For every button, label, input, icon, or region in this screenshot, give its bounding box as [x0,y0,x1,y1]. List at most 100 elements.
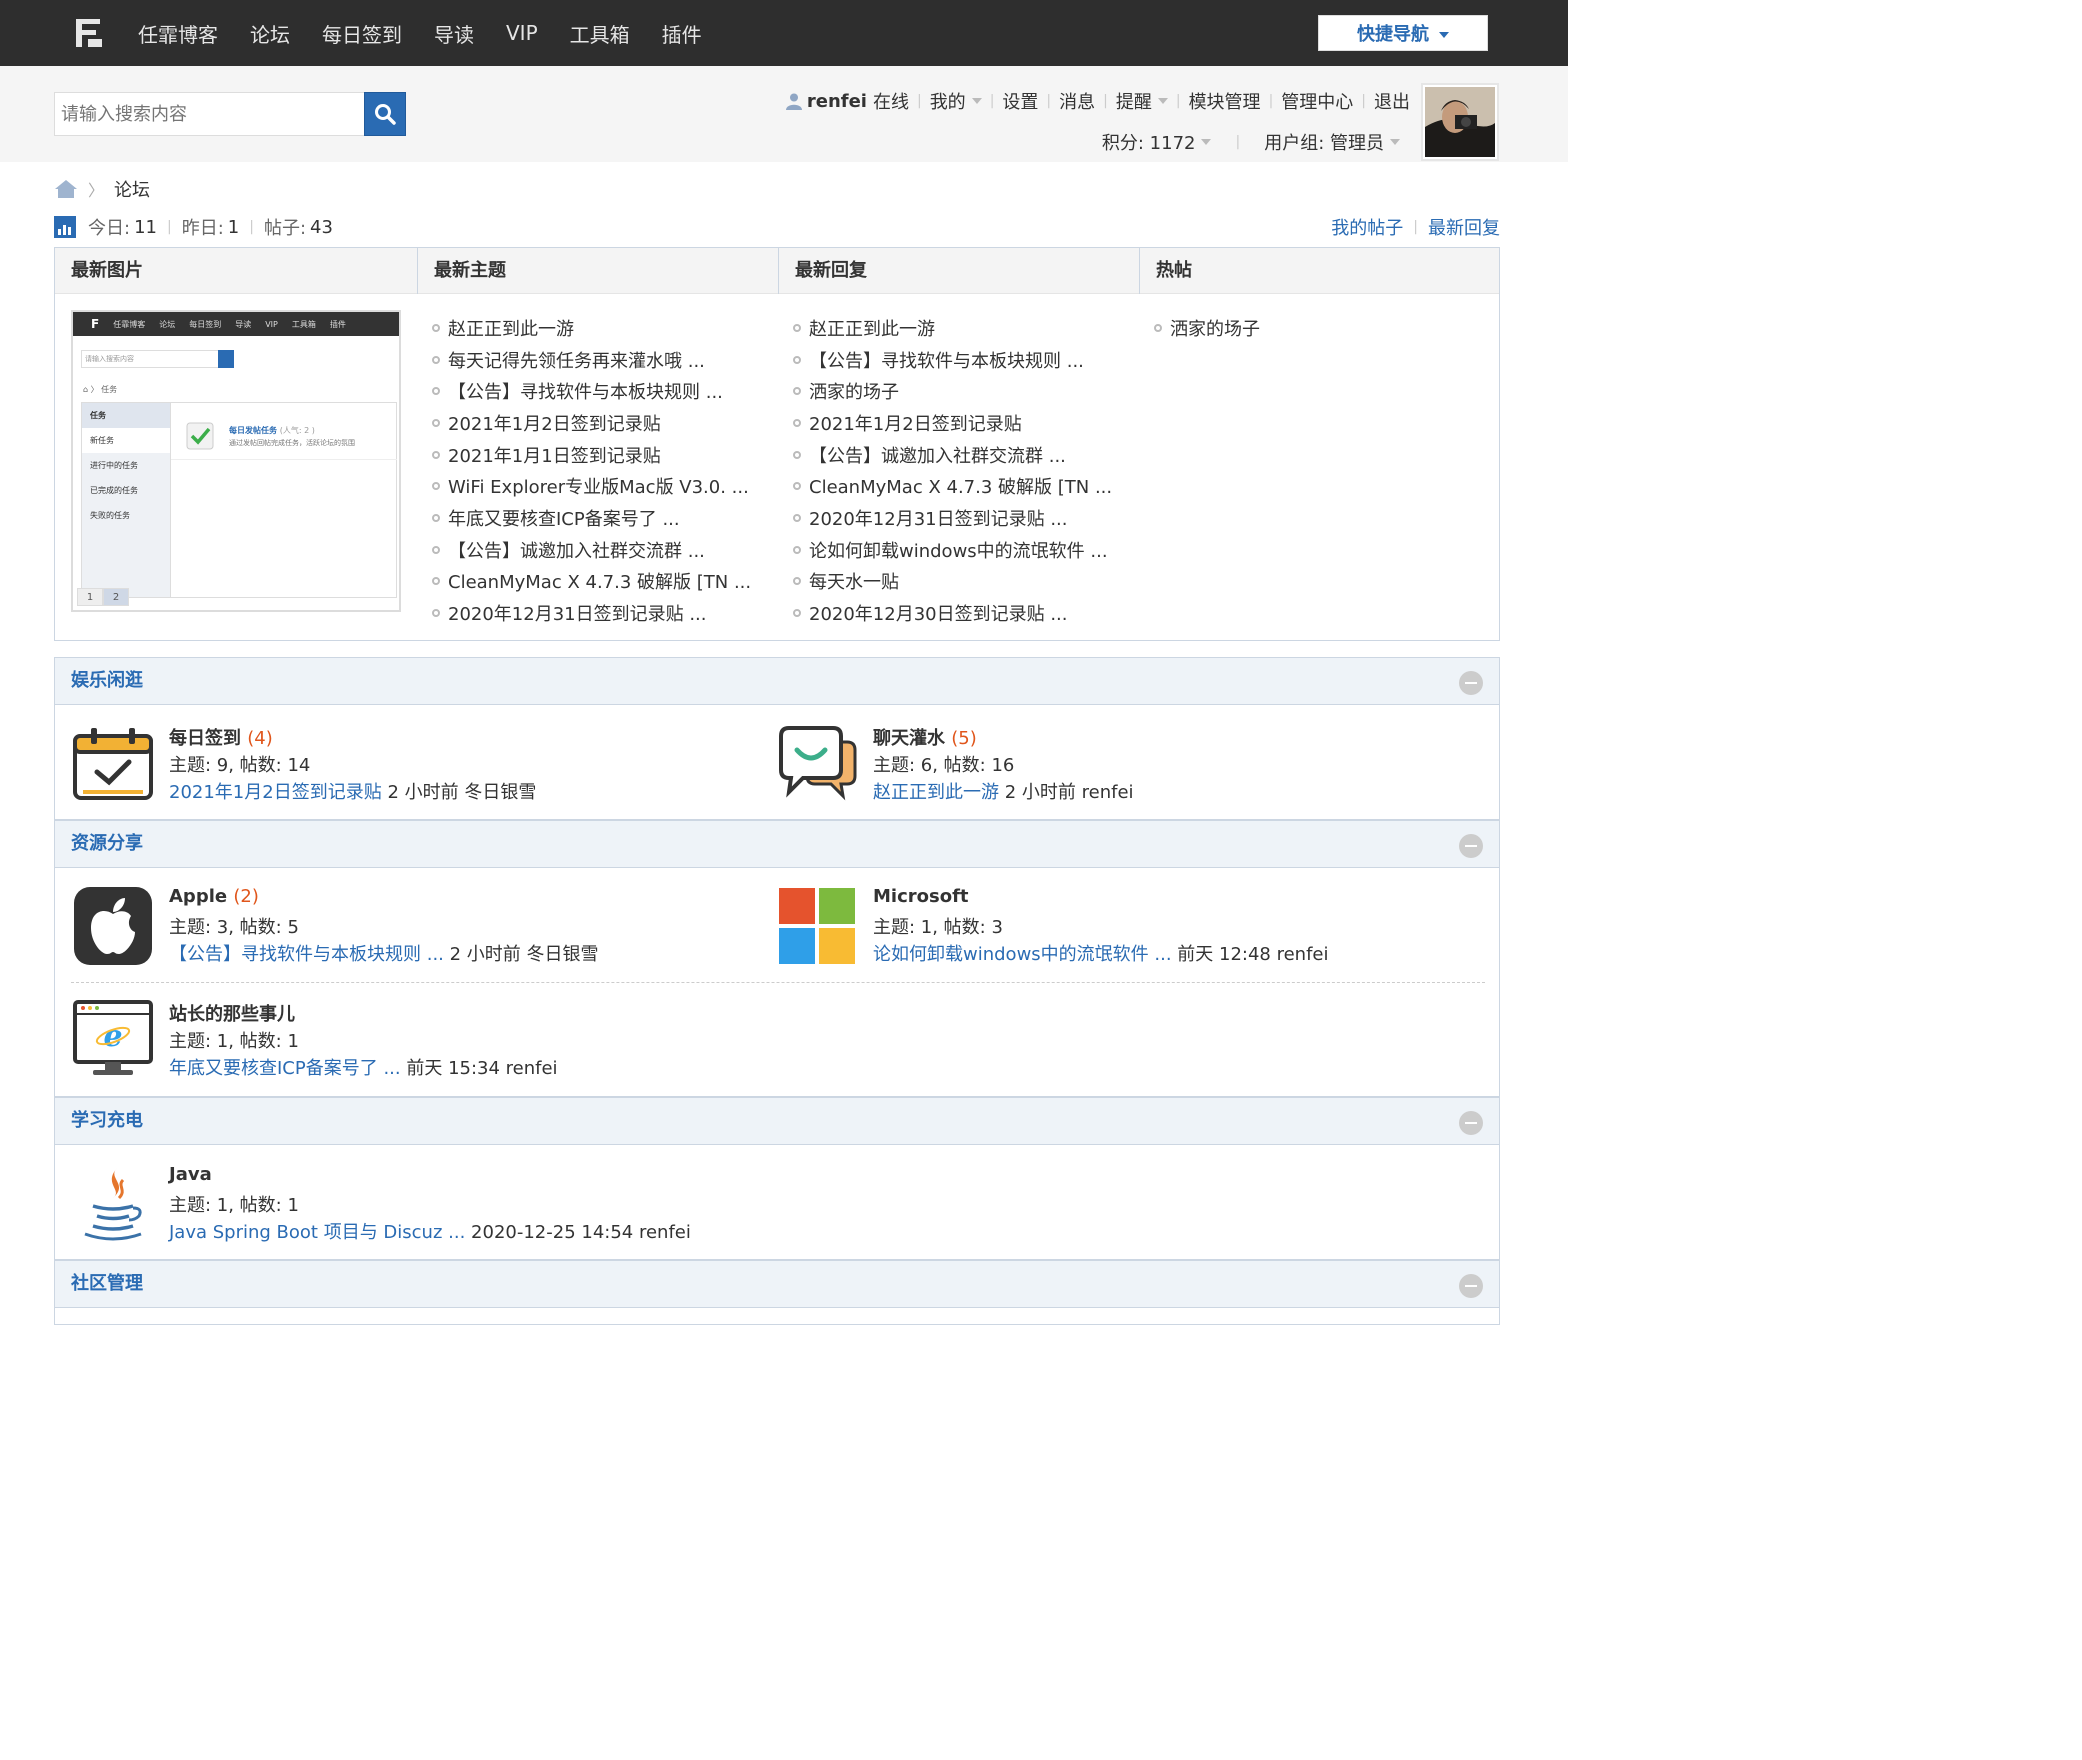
collapse-icon[interactable] [1459,1274,1483,1298]
forum-last-post-link[interactable]: 【公告】寻找软件与本板块规则 ... [169,944,444,965]
section-title[interactable]: 资源分享 [71,821,143,867]
post-link[interactable]: 赵正正到此一游 [809,315,935,341]
list-item[interactable]: 2021年1月2日签到记录贴 [793,407,1139,439]
post-link[interactable]: WiFi Explorer专业版Mac版 V3.0. ... [448,473,749,499]
forum-name[interactable]: Java [169,1164,212,1185]
latest-image-thumbnail[interactable]: F 任霏博客 论坛 每日签到 导读 VIP 工具箱 插件 请输入搜索内容 ⌂ 〉… [71,310,401,612]
forum-last-post-link[interactable]: Java Spring Boot 项目与 Discuz ... [169,1222,465,1243]
search-button[interactable] [364,92,406,136]
forum-item-webmaster[interactable]: e 站长的那些事儿 主题: 1, 帖数: 1 年底又要核查ICP备案号了 ...… [73,1000,723,1080]
usergroup-link[interactable]: 用户组: 管理员 [1264,129,1384,155]
list-item[interactable]: 【公告】寻找软件与本板块规则 ... [793,344,1139,376]
admin-center-link[interactable]: 管理中心 [1281,88,1353,114]
nav-item-toolbox[interactable]: 工具箱 [570,19,630,48]
post-link[interactable]: 2021年1月1日签到记录贴 [448,442,661,468]
list-item[interactable]: 赵正正到此一游 [793,312,1139,344]
home-icon[interactable] [54,179,78,199]
list-item[interactable]: 论如何卸载windows中的流氓软件 ... [793,534,1139,566]
chevron-down-icon[interactable] [1157,98,1168,104]
list-item[interactable]: 每天水一贴 [793,566,1139,598]
avatar[interactable] [1421,83,1499,161]
post-link[interactable]: 【公告】寻找软件与本板块规则 ... [809,347,1084,373]
list-item[interactable]: 【公告】寻找软件与本板块规则 ... [432,375,778,407]
collapse-icon[interactable] [1459,834,1483,858]
post-link[interactable]: 论如何卸载windows中的流氓软件 ... [809,537,1108,563]
section-header-resources[interactable]: 资源分享 [54,820,1500,868]
forum-name[interactable]: 站长的那些事儿 [169,1004,295,1025]
site-logo-icon[interactable] [74,17,104,49]
forum-last-post-link[interactable]: 赵正正到此一游 [873,782,999,803]
post-link[interactable]: 2020年12月31日签到记录贴 ... [809,505,1068,531]
post-link[interactable]: 【公告】诚邀加入社群交流群 ... [448,537,705,563]
forum-name[interactable]: 每日签到 [169,728,241,749]
my-menu-link[interactable]: 我的 [930,88,966,114]
forum-item-checkin[interactable]: 每日签到 (4) 主题: 9, 帖数: 14 2021年1月2日签到记录贴 2 … [73,724,723,804]
score-link[interactable]: 积分: 1172 [1102,129,1196,155]
list-item[interactable]: 【公告】诚邀加入社群交流群 ... [432,534,778,566]
forum-item-chat[interactable]: 聊天灌水 (5) 主题: 6, 帖数: 16 赵正正到此一游 2 小时前 ren… [777,724,1427,804]
list-item[interactable]: 洒家的场子 [1154,312,1499,344]
post-link[interactable]: 每天记得先领任务再来灌水哦 ... [448,347,705,373]
section-header-community[interactable]: 社区管理 [54,1260,1500,1308]
post-link[interactable]: 2020年12月30日签到记录贴 ... [809,600,1068,626]
forum-item-java[interactable]: Java 主题: 1, 帖数: 1 Java Spring Boot 项目与 D… [73,1164,723,1244]
post-link[interactable]: 【公告】寻找软件与本板块规则 ... [448,378,723,404]
forum-item-apple[interactable]: Apple (2) 主题: 3, 帖数: 5 【公告】寻找软件与本板块规则 ..… [73,886,723,966]
my-posts-link[interactable]: 我的帖子 [1331,214,1403,240]
list-item[interactable]: CleanMyMac X 4.7.3 破解版 [TN ... [432,566,778,598]
post-link[interactable]: 洒家的场子 [809,378,899,404]
list-item[interactable]: 【公告】诚邀加入社群交流群 ... [793,439,1139,471]
module-manage-link[interactable]: 模块管理 [1189,88,1261,114]
list-item[interactable]: 2020年12月31日签到记录贴 ... [793,502,1139,534]
collapse-icon[interactable] [1459,671,1483,695]
nav-item-guide[interactable]: 导读 [434,19,474,48]
post-link[interactable]: 【公告】诚邀加入社群交流群 ... [809,442,1066,468]
list-item[interactable]: 2021年1月2日签到记录贴 [432,407,778,439]
list-item[interactable]: WiFi Explorer专业版Mac版 V3.0. ... [432,470,778,502]
forum-name[interactable]: 聊天灌水 [873,728,945,749]
forum-last-post-link[interactable]: 年底又要核查ICP备案号了 ... [169,1058,401,1079]
section-title[interactable]: 社区管理 [71,1261,143,1307]
quick-nav-button[interactable]: 快捷导航 [1318,15,1488,51]
settings-link[interactable]: 设置 [1002,88,1038,114]
list-item[interactable]: 每天记得先领任务再来灌水哦 ... [432,344,778,376]
chevron-down-icon[interactable] [1390,139,1400,145]
nav-item-plugins[interactable]: 插件 [662,19,702,48]
post-link[interactable]: CleanMyMac X 4.7.3 破解版 [TN ... [448,568,751,594]
messages-link[interactable]: 消息 [1059,88,1095,114]
forum-last-post-link[interactable]: 论如何卸载windows中的流氓软件 ... [873,944,1172,965]
post-link[interactable]: 洒家的场子 [1170,315,1260,341]
post-link[interactable]: 2021年1月2日签到记录贴 [448,410,661,436]
list-item[interactable]: 赵正正到此一游 [432,312,778,344]
nav-item-forum[interactable]: 论坛 [250,19,290,48]
list-item[interactable]: 2020年12月31日签到记录贴 ... [432,597,778,629]
nav-item-checkin[interactable]: 每日签到 [322,19,402,48]
section-title[interactable]: 学习充电 [71,1098,143,1144]
nav-item-blog[interactable]: 任霏博客 [138,19,218,48]
post-link[interactable]: CleanMyMac X 4.7.3 破解版 [TN ... [809,473,1112,499]
list-item[interactable]: 2021年1月1日签到记录贴 [432,439,778,471]
forum-name[interactable]: Microsoft [873,886,969,907]
search-input[interactable] [54,92,364,136]
latest-replies-link[interactable]: 最新回复 [1428,214,1500,240]
list-item[interactable]: 年底又要核查ICP备案号了 ... [432,502,778,534]
username-link[interactable]: renfei [807,91,867,112]
post-link[interactable]: 赵正正到此一游 [448,315,574,341]
list-item[interactable]: CleanMyMac X 4.7.3 破解版 [TN ... [793,470,1139,502]
list-item[interactable]: 洒家的场子 [793,375,1139,407]
forum-name[interactable]: Apple [169,886,227,907]
section-header-entertainment[interactable]: 娱乐闲逛 [54,657,1500,705]
post-link[interactable]: 2020年12月31日签到记录贴 ... [448,600,707,626]
post-link[interactable]: 2021年1月2日签到记录贴 [809,410,1022,436]
post-link[interactable]: 每天水一贴 [809,568,899,594]
forum-last-post-link[interactable]: 2021年1月2日签到记录贴 [169,782,382,803]
collapse-icon[interactable] [1459,1111,1483,1135]
nav-item-vip[interactable]: VIP [506,21,538,45]
section-header-learning[interactable]: 学习充电 [54,1097,1500,1145]
forum-item-microsoft[interactable]: Microsoft 主题: 1, 帖数: 3 论如何卸载windows中的流氓软… [777,886,1437,966]
reminders-link[interactable]: 提醒 [1116,88,1152,114]
chevron-down-icon[interactable] [1201,139,1212,145]
post-link[interactable]: 年底又要核查ICP备案号了 ... [448,505,680,531]
chevron-down-icon[interactable] [971,98,982,104]
logout-link[interactable]: 退出 [1374,88,1410,114]
